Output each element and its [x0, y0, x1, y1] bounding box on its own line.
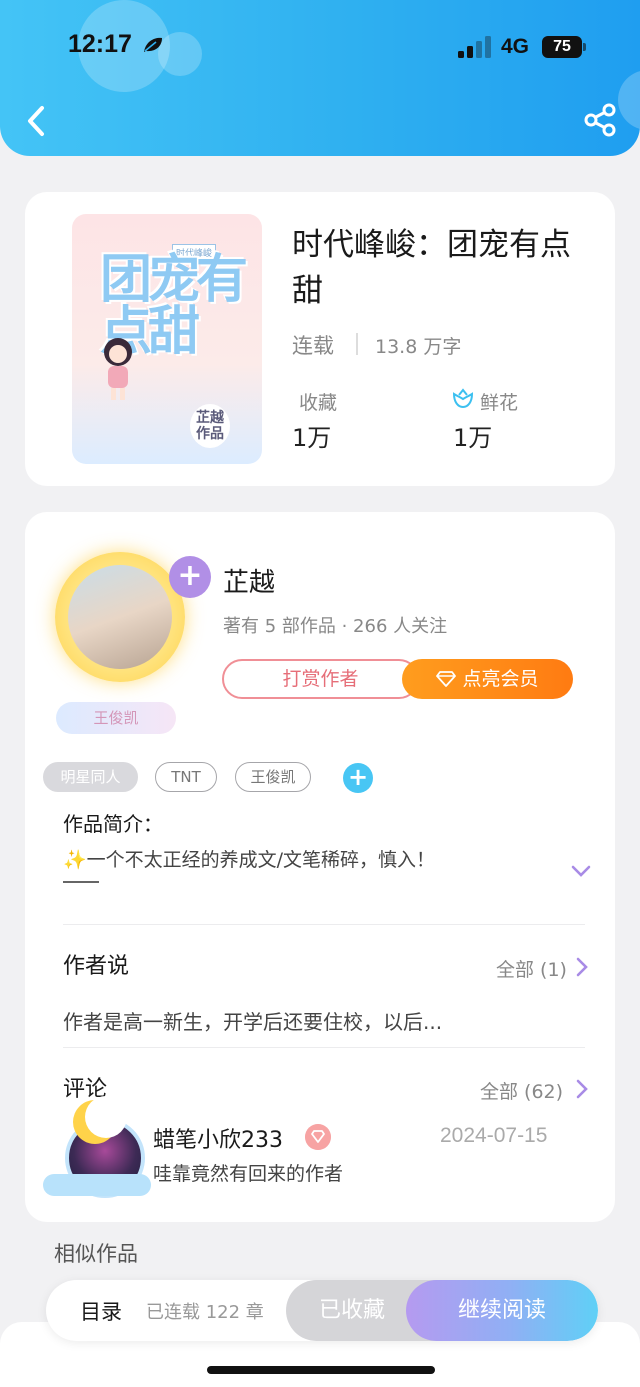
battery-level: 75: [542, 36, 582, 58]
book-title: 时代峰峻：团宠有点甜: [292, 227, 571, 309]
network-type: 4G: [501, 35, 530, 58]
bottom-action-bar: 目录 已连载 122 章 已收藏 继续阅读: [46, 1280, 598, 1341]
vip-badge-icon: [305, 1124, 331, 1150]
avatar-photo: [68, 565, 172, 669]
author-says-more[interactable]: 全部 (1): [496, 955, 567, 982]
section-divider: [63, 924, 585, 925]
comment-text[interactable]: 哇靠竟然有回来的作者: [153, 1159, 343, 1186]
home-indicator[interactable]: [207, 1366, 435, 1374]
book-cover[interactable]: 时代峰峻 团宠有点甜 芷越作品: [72, 214, 262, 464]
chevron-right-icon[interactable]: [575, 956, 589, 978]
status-time: 12:17: [68, 30, 132, 58]
expand-chevron-down-icon[interactable]: [570, 863, 592, 879]
intro-text: ✨一个不太正经的养成文/文笔稀碎，慎入！: [63, 849, 436, 871]
continue-reading-button[interactable]: 继续阅读: [406, 1280, 598, 1341]
tag-genre[interactable]: 明星同人: [43, 762, 138, 792]
vip-button-label: 点亮会员: [462, 668, 539, 690]
follow-plus-icon[interactable]: +: [169, 556, 211, 598]
flower-icon: [452, 388, 474, 409]
intro-dash: [63, 881, 99, 883]
comment-date: 2024-07-15: [440, 1124, 548, 1147]
diamond-icon: [436, 671, 457, 687]
battery-icon: 75: [542, 36, 586, 58]
share-button[interactable]: [582, 102, 618, 138]
top-header: 12:17 4G 75: [0, 0, 640, 156]
tag-person[interactable]: 王俊凯: [235, 762, 311, 792]
flowers-value: 1万: [453, 424, 493, 452]
flowers-label: 鲜花: [480, 392, 519, 414]
author-says-title: 作者说: [63, 954, 130, 979]
intro-title: 作品简介：: [63, 812, 163, 836]
collected-label: 已收藏: [318, 1298, 385, 1323]
word-count: 13.8 万字: [375, 336, 462, 358]
section-divider: [63, 1047, 585, 1048]
add-tag-button[interactable]: +: [343, 763, 373, 793]
decor-bubble: [158, 32, 202, 76]
vip-button[interactable]: 点亮会员: [402, 659, 573, 699]
similar-works-title: 相似作品: [54, 1242, 138, 1266]
book-info-card: 时代峰峻 团宠有点甜 芷越作品 时代峰峻：团宠有点甜 连载 13.8 万字 收藏…: [25, 192, 615, 486]
signal-icon: [458, 36, 491, 58]
tip-author-button[interactable]: 打赏作者: [222, 659, 419, 699]
chevron-right-icon[interactable]: [575, 1078, 589, 1100]
divider: [356, 333, 358, 355]
author-name[interactable]: 芷越: [223, 562, 275, 599]
favorites-label: 收藏: [299, 392, 338, 414]
cover-author-mark: 芷越作品: [190, 404, 230, 448]
table-of-contents-button[interactable]: 目录: [80, 1296, 122, 1326]
comments-more[interactable]: 全部 (62): [480, 1077, 563, 1104]
back-button[interactable]: [18, 100, 58, 142]
book-status: 连载: [292, 334, 334, 358]
decor-bubble: [618, 70, 640, 130]
cover-girl-illustration: [104, 338, 132, 400]
author-avatar[interactable]: +: [55, 552, 211, 702]
fan-badge: 王俊凯: [56, 702, 176, 734]
chapter-count[interactable]: 已连载 122 章: [146, 1298, 264, 1324]
commenter-name[interactable]: 蜡笔小欣233: [153, 1122, 283, 1154]
book-detail-card: + 王俊凯 芷越 著有 5 部作品 · 266 人关注 打赏作者 点亮会员 明星…: [25, 512, 615, 1222]
favorites-value: 1万: [292, 424, 332, 452]
focus-moon-icon: [144, 37, 162, 52]
tag-tnt[interactable]: TNT: [155, 762, 217, 792]
commenter-avatar[interactable]: [43, 1096, 151, 1200]
author-meta: 著有 5 部作品 · 266 人关注: [223, 616, 448, 637]
author-says-text[interactable]: 作者是高一新生，开学后还要住校，以后...: [63, 1006, 442, 1035]
